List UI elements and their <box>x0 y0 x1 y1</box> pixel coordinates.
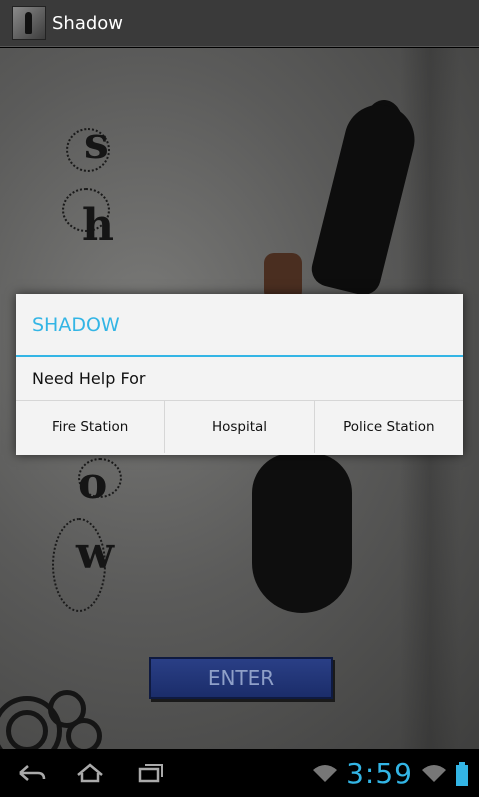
logo-letter-o: o <box>78 458 108 509</box>
dialog-message: Need Help For <box>16 357 463 401</box>
recent-apps-icon[interactable] <box>136 761 166 785</box>
signal-icon <box>422 764 446 782</box>
decorative-rings <box>0 688 120 749</box>
dialog-title: SHADOW <box>16 294 463 357</box>
app-title: Shadow <box>52 12 124 34</box>
back-icon[interactable] <box>16 761 46 785</box>
wifi-icon <box>313 764 338 782</box>
status-area: 3:59 <box>312 757 469 790</box>
logo-letter-w: w <box>76 528 114 579</box>
shadow-figure-lower <box>252 453 352 613</box>
logo-letter-h: h <box>82 200 114 251</box>
action-bar: Shadow <box>0 0 479 47</box>
logo-letter-s: s <box>84 118 109 169</box>
home-icon[interactable] <box>75 761 105 785</box>
app-shadow-icon[interactable] <box>12 6 46 40</box>
dialog-button-bar: Fire Station Hospital Police Station <box>16 401 463 453</box>
battery-icon <box>456 761 468 786</box>
help-dialog: SHADOW Need Help For Fire Station Hospit… <box>16 294 463 455</box>
hospital-button[interactable]: Hospital <box>165 401 315 453</box>
enter-button[interactable]: ENTER <box>149 657 333 699</box>
police-station-button[interactable]: Police Station <box>315 401 463 453</box>
fire-station-button[interactable]: Fire Station <box>16 401 166 453</box>
clock: 3:59 <box>346 757 413 790</box>
system-navigation-bar: 3:59 <box>0 749 479 797</box>
